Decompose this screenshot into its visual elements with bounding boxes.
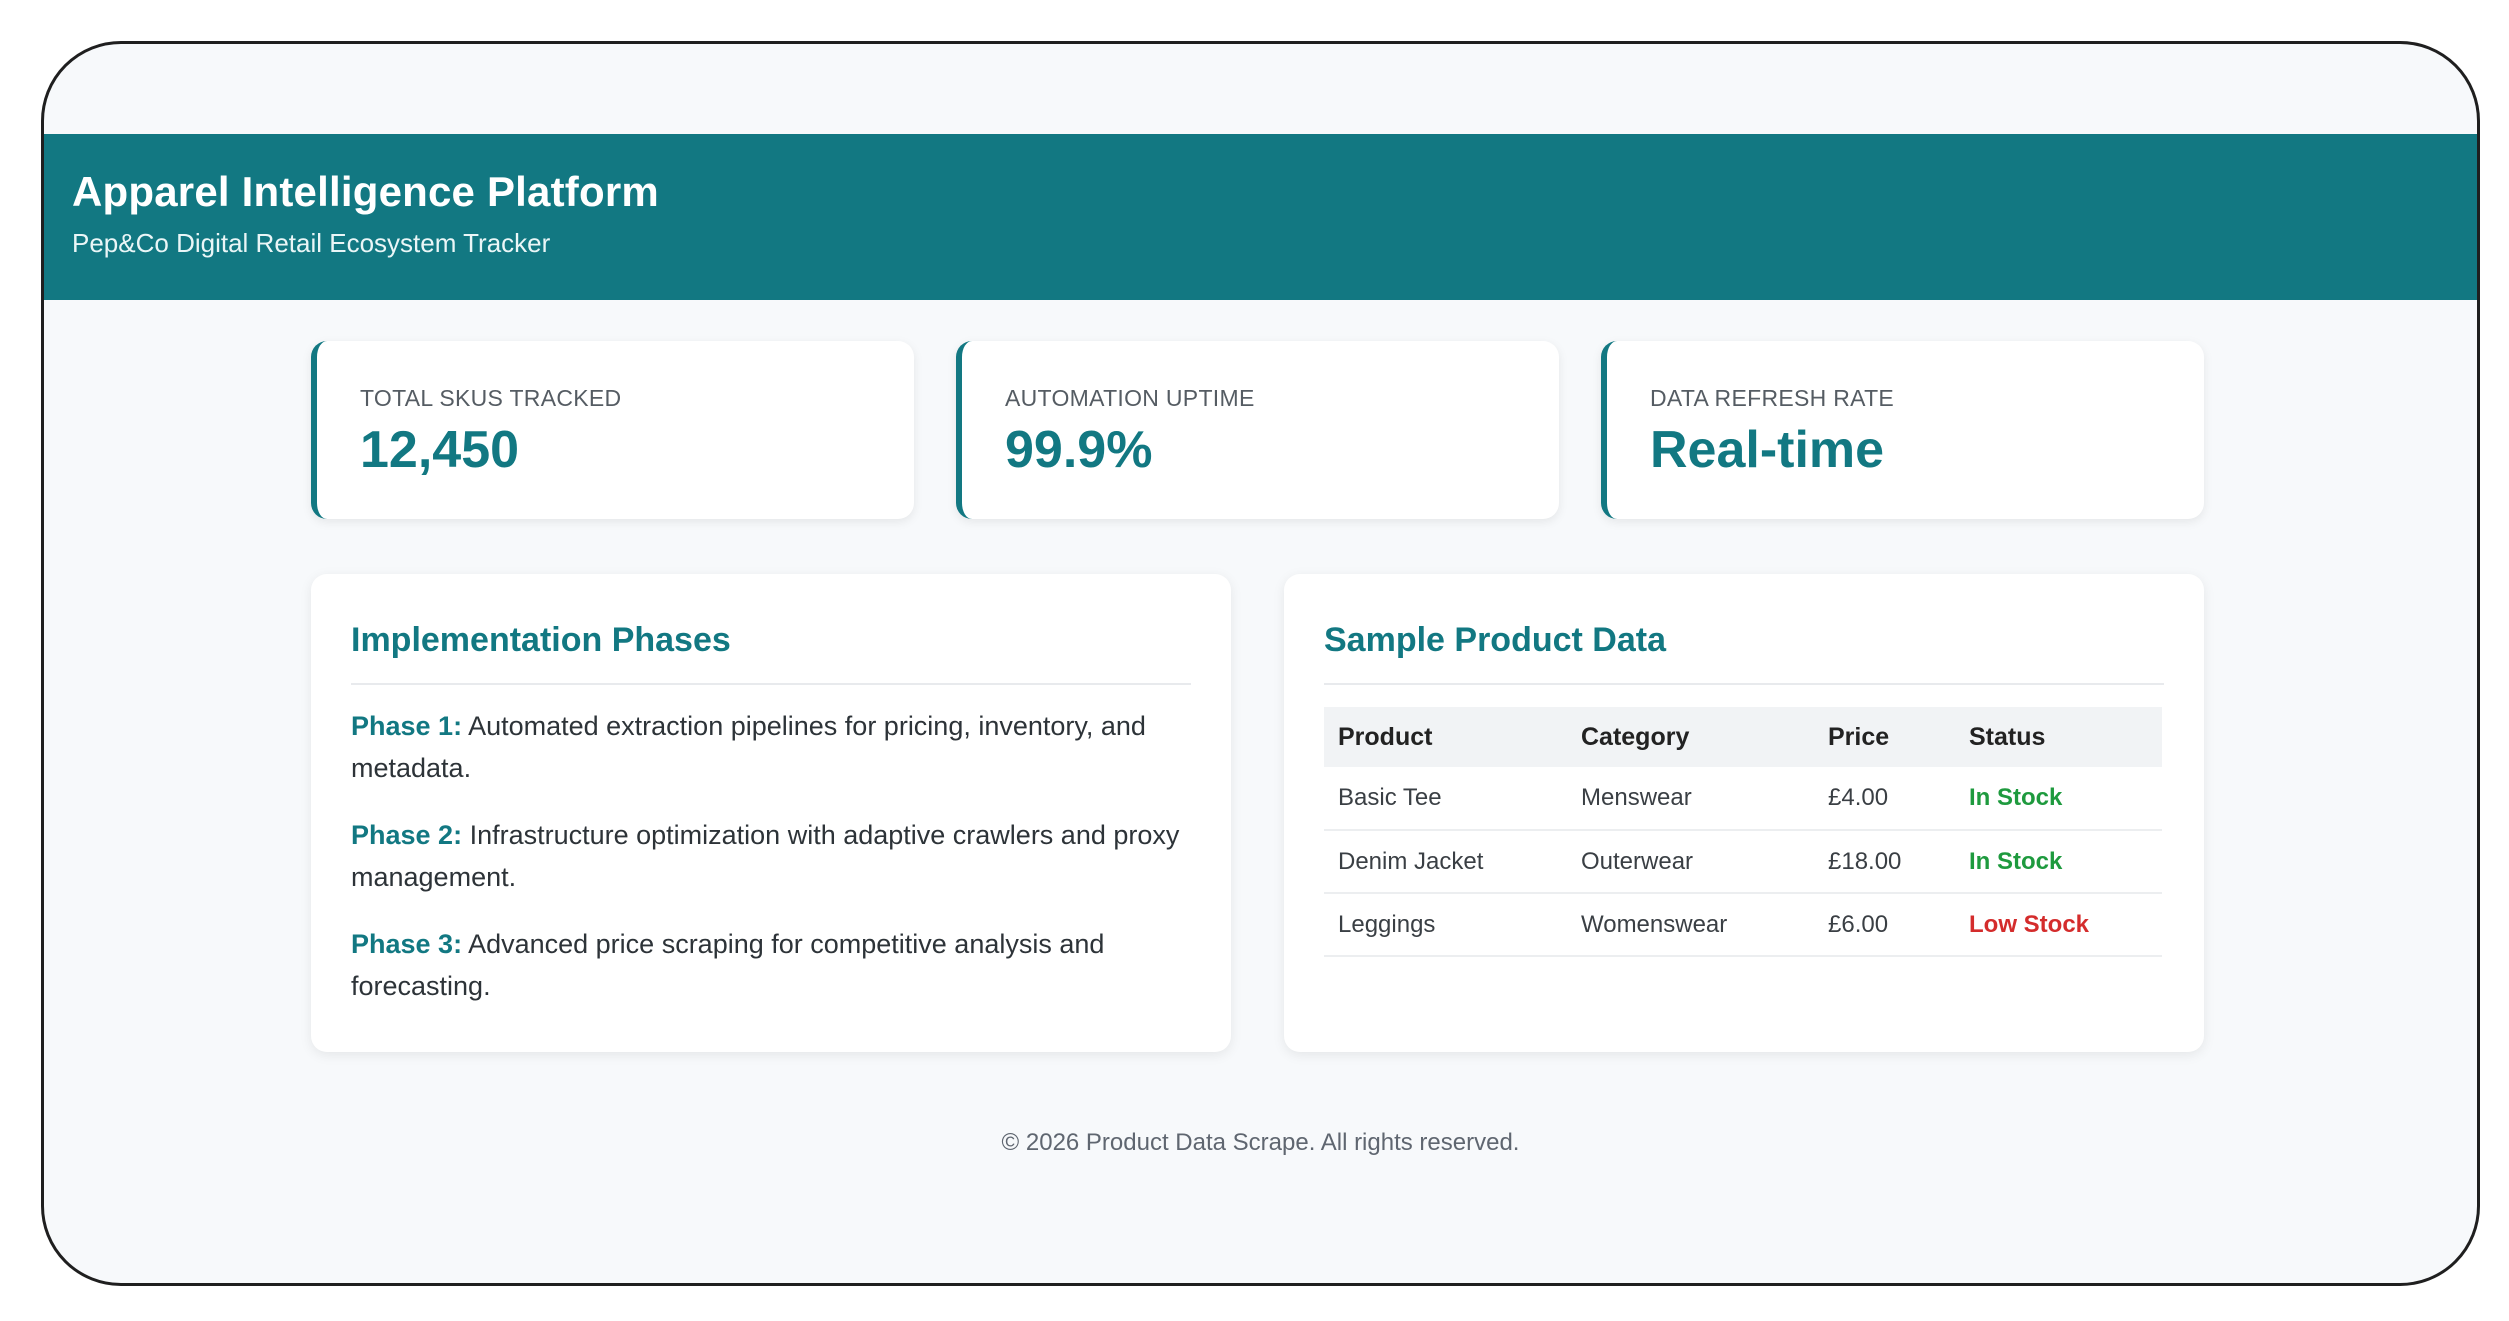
phases-panel: Implementation Phases Phase 1: Automated… <box>311 574 1231 1052</box>
table-row: Leggings Womenswear £6.00 Low Stock <box>1324 893 2162 957</box>
cell-price: £18.00 <box>1814 830 1955 894</box>
stat-card-uptime: AUTOMATION UPTIME 99.9% <box>956 341 1559 519</box>
products-title: Sample Product Data <box>1324 621 1666 659</box>
table-header-row: Product Category Price Status <box>1324 707 2162 767</box>
divider <box>1324 683 2164 685</box>
status-badge: In Stock <box>1955 767 2162 831</box>
stat-label: AUTOMATION UPTIME <box>1005 385 1255 411</box>
page-subtitle: Pep&Co Digital Retail Ecosystem Tracker <box>72 228 551 258</box>
phase-text: Infrastructure optimization with adaptiv… <box>351 820 1180 892</box>
status-badge: Low Stock <box>1955 893 2162 957</box>
phase-item: Phase 2: Infrastructure optimization wit… <box>351 814 1191 898</box>
phase-item: Phase 1: Automated extraction pipelines … <box>351 705 1191 789</box>
stat-label: TOTAL SKUS TRACKED <box>360 385 622 411</box>
cell-category: Outerwear <box>1567 830 1814 894</box>
cell-price: £4.00 <box>1814 767 1955 831</box>
stat-card-skus: TOTAL SKUS TRACKED 12,450 <box>311 341 914 519</box>
phase-text: Automated extraction pipelines for prici… <box>351 711 1146 783</box>
stat-value: 99.9% <box>1005 421 1153 479</box>
footer-copyright: © 2026 Product Data Scrape. All rights r… <box>1001 1129 1520 1156</box>
page-header: Apparel Intelligence Platform Pep&Co Dig… <box>44 134 2477 300</box>
cell-product: Leggings <box>1324 893 1567 957</box>
cell-product: Denim Jacket <box>1324 830 1567 894</box>
column-header-category: Category <box>1567 707 1814 767</box>
column-header-status: Status <box>1955 707 2162 767</box>
cell-price: £6.00 <box>1814 893 1955 957</box>
table-row: Denim Jacket Outerwear £18.00 In Stock <box>1324 830 2162 894</box>
divider <box>351 683 1191 685</box>
phase-text: Advanced price scraping for competitive … <box>351 929 1105 1001</box>
cell-category: Menswear <box>1567 767 1814 831</box>
stat-value: 12,450 <box>360 421 520 479</box>
column-header-product: Product <box>1324 707 1567 767</box>
stat-label: DATA REFRESH RATE <box>1650 385 1895 411</box>
phase-key: Phase 3: <box>351 929 463 959</box>
phase-item: Phase 3: Advanced price scraping for com… <box>351 923 1191 1007</box>
stat-value: Real-time <box>1650 421 1885 479</box>
status-badge: In Stock <box>1955 830 2162 894</box>
phase-key: Phase 2: <box>351 820 463 850</box>
phase-key: Phase 1: <box>351 711 463 741</box>
stat-card-refresh: DATA REFRESH RATE Real-time <box>1601 341 2204 519</box>
app-frame: Apparel Intelligence Platform Pep&Co Dig… <box>41 41 2480 1286</box>
table-row: Basic Tee Menswear £4.00 In Stock <box>1324 767 2162 831</box>
column-header-price: Price <box>1814 707 1955 767</box>
products-panel: Sample Product Data Product Category Pri… <box>1284 574 2204 1052</box>
cell-category: Womenswear <box>1567 893 1814 957</box>
cell-product: Basic Tee <box>1324 767 1567 831</box>
product-table: Product Category Price Status Basic Tee … <box>1324 707 2162 957</box>
page-title: Apparel Intelligence Platform <box>72 168 659 215</box>
phases-title: Implementation Phases <box>351 621 731 659</box>
